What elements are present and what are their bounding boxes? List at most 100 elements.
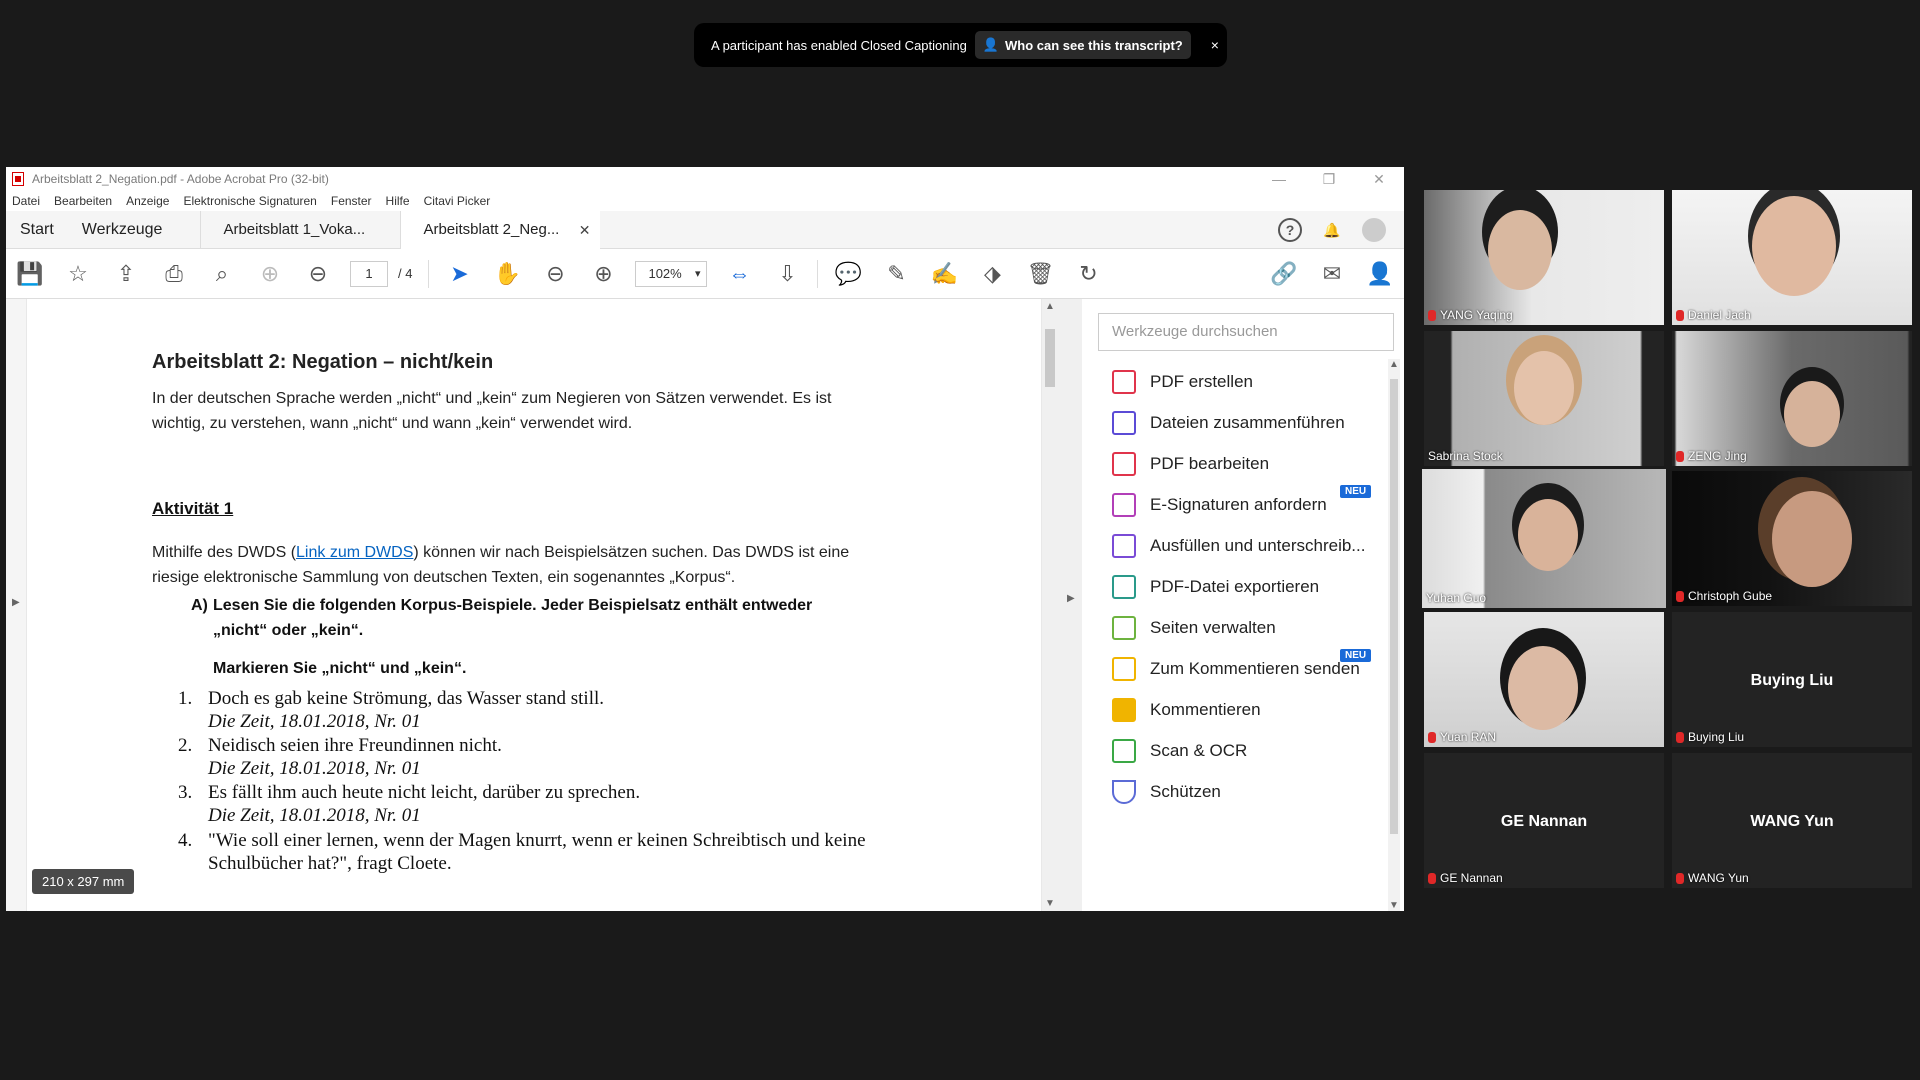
minimize-button[interactable]: — bbox=[1254, 167, 1304, 191]
comment-icon[interactable]: 💬 bbox=[824, 249, 872, 299]
menu-bearbeiten[interactable]: Bearbeiten bbox=[54, 194, 112, 208]
tool-e-signaturen[interactable]: E-Signaturen anfordern bbox=[1112, 490, 1327, 520]
transcript-visibility-button[interactable]: 👤 Who can see this transcript? bbox=[974, 31, 1191, 59]
page-up-icon[interactable]: ⊕ bbox=[246, 249, 294, 299]
scrollbar-thumb[interactable] bbox=[1390, 379, 1398, 834]
comment-tool-icon bbox=[1112, 698, 1136, 722]
right-pane-toggle[interactable]: ▶ bbox=[1058, 299, 1082, 911]
participant-tile[interactable]: YANG Yaqing bbox=[1424, 190, 1664, 325]
participant-tile[interactable]: Daniel Jach bbox=[1672, 190, 1912, 325]
participant-tile[interactable]: Buying Liu Buying Liu bbox=[1672, 612, 1912, 747]
expand-left-icon[interactable]: ▶ bbox=[12, 597, 20, 608]
pdf-page[interactable]: Arbeitsblatt 2: Negation – nicht/kein In… bbox=[27, 299, 1041, 911]
email-icon[interactable]: ✉ bbox=[1308, 249, 1356, 299]
delete-icon[interactable]: 🗑 bbox=[1016, 249, 1064, 299]
organize-pages-icon bbox=[1112, 616, 1136, 640]
tool-scan-ocr[interactable]: Scan & OCR bbox=[1112, 736, 1247, 766]
scroll-down-icon[interactable]: ▼ bbox=[1045, 898, 1055, 909]
close-icon[interactable]: × bbox=[1211, 37, 1219, 53]
zoom-in-icon[interactable]: ⊕ bbox=[579, 249, 627, 299]
account-icon[interactable] bbox=[1362, 218, 1386, 242]
example-source: Die Zeit, 18.01.2018, Nr. 01 bbox=[208, 711, 421, 732]
add-user-icon[interactable]: 👤 bbox=[1356, 249, 1404, 299]
scrollbar-thumb[interactable] bbox=[1045, 329, 1055, 387]
participant-tile[interactable]: Yuan RAN bbox=[1424, 612, 1664, 747]
participant-face bbox=[1488, 210, 1552, 290]
menu-datei[interactable]: Datei bbox=[12, 194, 40, 208]
toolbar-divider bbox=[428, 259, 430, 288]
scroll-up-icon[interactable]: ▲ bbox=[1389, 359, 1399, 370]
tool-pdf-bearbeiten[interactable]: PDF bearbeiten bbox=[1112, 449, 1269, 479]
bell-icon[interactable]: 🔔 bbox=[1320, 218, 1344, 242]
example-text: "Wie soll einer lernen, wenn der Magen k… bbox=[208, 830, 866, 851]
menu-hilfe[interactable]: Hilfe bbox=[386, 194, 410, 208]
upload-cloud-icon[interactable]: ⇪ bbox=[102, 249, 150, 299]
zoom-out-icon[interactable]: ⊖ bbox=[531, 249, 579, 299]
scroll-up-icon[interactable]: ▲ bbox=[1045, 301, 1055, 312]
participant-tile[interactable]: ZENG Jing bbox=[1672, 331, 1912, 466]
edit-tag-icon[interactable]: ⬗ bbox=[968, 249, 1016, 299]
page-number-input[interactable]: 1 bbox=[350, 260, 388, 287]
tools-scrollbar[interactable]: ▲ ▼ bbox=[1388, 359, 1400, 911]
select-cursor-icon[interactable]: ➤ bbox=[435, 249, 483, 299]
close-window-button[interactable]: ✕ bbox=[1354, 167, 1404, 191]
tool-schuetzen[interactable]: Schützen bbox=[1112, 777, 1221, 807]
activity-line-1-pre: Mithilfe des DWDS ( bbox=[152, 544, 297, 561]
participant-tile[interactable]: WANG Yun WANG Yun bbox=[1672, 753, 1912, 888]
scroll-mode-icon[interactable]: ⇩ bbox=[763, 249, 811, 299]
tool-label: E-Signaturen anfordern bbox=[1150, 495, 1327, 514]
collapse-panel-icon[interactable]: ▶ bbox=[1067, 593, 1075, 604]
tab-document-2[interactable]: Arbeitsblatt 2_Neg... ✕ bbox=[400, 210, 601, 249]
scroll-down-icon[interactable]: ▼ bbox=[1389, 900, 1399, 911]
tools-search-input[interactable]: Werkzeuge durchsuchen bbox=[1098, 313, 1394, 351]
sign-icon[interactable]: ✍ bbox=[920, 249, 968, 299]
document-scrollbar[interactable]: ▲ ▼ bbox=[1042, 299, 1058, 911]
menu-anzeige[interactable]: Anzeige bbox=[126, 194, 169, 208]
restore-button[interactable]: ❐ bbox=[1304, 167, 1354, 191]
menu-fenster[interactable]: Fenster bbox=[331, 194, 372, 208]
participant-face bbox=[1518, 499, 1578, 571]
example-text: Es fällt ihm auch heute nicht leicht, da… bbox=[208, 782, 641, 803]
hand-tool-icon[interactable]: ✋ bbox=[483, 249, 531, 299]
highlight-pen-icon[interactable]: ✎ bbox=[872, 249, 920, 299]
activity-heading: Aktivität 1 bbox=[152, 499, 234, 518]
left-pane-toggle[interactable]: ▶ bbox=[6, 299, 26, 911]
participant-face bbox=[1508, 646, 1578, 730]
close-tab-icon[interactable]: ✕ bbox=[579, 211, 591, 249]
tool-pdf-erstellen[interactable]: PDF erstellen bbox=[1112, 367, 1253, 397]
zoom-dropdown[interactable]: 102% bbox=[635, 260, 708, 287]
intro-line-2: wichtig, zu verstehen, wann „nicht“ und … bbox=[152, 415, 633, 432]
help-icon[interactable]: ? bbox=[1278, 218, 1302, 242]
tool-label: PDF erstellen bbox=[1150, 372, 1253, 391]
save-icon[interactable]: 💾 bbox=[6, 249, 54, 299]
participant-tile[interactable]: GE Nannan GE Nannan bbox=[1424, 753, 1664, 888]
tool-pdf-exportieren[interactable]: PDF-Datei exportieren bbox=[1112, 572, 1319, 602]
dwds-link[interactable]: Link zum DWDS bbox=[296, 544, 413, 561]
tool-dateien-zusammenfuehren[interactable]: Dateien zusammenführen bbox=[1112, 408, 1345, 438]
tool-label: Schützen bbox=[1150, 782, 1221, 801]
tab-tools[interactable]: Werkzeuge bbox=[68, 221, 177, 239]
participant-tile[interactable]: Sabrina Stock bbox=[1424, 331, 1664, 466]
menu-citavi[interactable]: Citavi Picker bbox=[424, 194, 491, 208]
share-link-icon[interactable]: 🔗 bbox=[1260, 249, 1308, 299]
page-down-icon[interactable]: ⊖ bbox=[294, 249, 342, 299]
example-number: 3. bbox=[178, 782, 193, 803]
tab-document-1[interactable]: Arbeitsblatt 1_Voka... bbox=[200, 210, 400, 249]
muted-mic-icon bbox=[1676, 590, 1684, 602]
participant-display-name: Buying Liu bbox=[1750, 672, 1834, 689]
export-pdf-icon bbox=[1112, 575, 1136, 599]
participant-tile[interactable]: Christoph Gube bbox=[1672, 471, 1912, 606]
tool-zum-kommentieren-senden[interactable]: Zum Kommentieren senden bbox=[1112, 654, 1360, 684]
participant-tile-active-speaker[interactable]: Yuhan Guo bbox=[1422, 469, 1666, 608]
print-icon[interactable]: ⎙ bbox=[150, 249, 198, 299]
tab-start[interactable]: Start bbox=[6, 221, 68, 239]
tool-kommentieren[interactable]: Kommentieren bbox=[1112, 695, 1261, 725]
tool-seiten-verwalten[interactable]: Seiten verwalten bbox=[1112, 613, 1276, 643]
fit-page-icon[interactable]: ⇔ bbox=[715, 249, 763, 299]
zoom-search-icon[interactable]: ⌕ bbox=[198, 249, 246, 299]
tool-ausfuellen[interactable]: Ausfüllen und unterschreib... bbox=[1112, 531, 1365, 561]
star-icon[interactable]: ☆ bbox=[54, 249, 102, 299]
menu-signaturen[interactable]: Elektronische Signaturen bbox=[183, 194, 316, 208]
rotate-icon[interactable]: ↻ bbox=[1064, 249, 1112, 299]
participant-name: Buying Liu bbox=[1688, 730, 1745, 744]
